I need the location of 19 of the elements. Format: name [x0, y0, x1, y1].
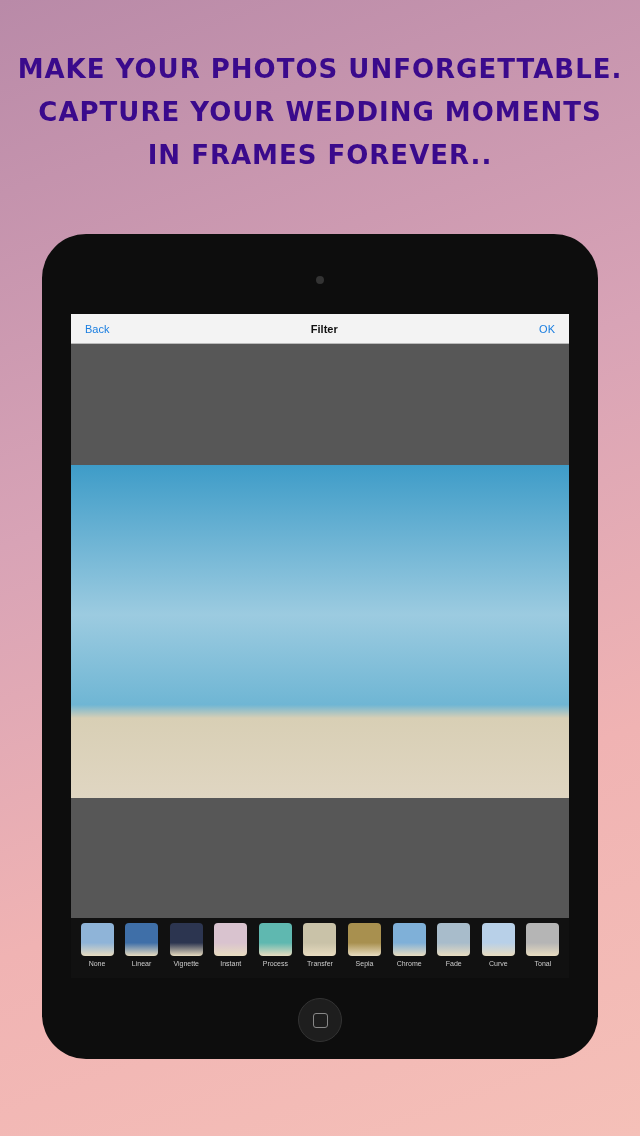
- filter-thumbnail[interactable]: [526, 923, 560, 956]
- filter-thumbnail[interactable]: [258, 923, 292, 956]
- headline-text: CAPTURE YOUR WEDDING MOMENTS: [38, 96, 602, 129]
- filter-thumbnail[interactable]: [169, 923, 203, 956]
- filter-thumbnail[interactable]: [80, 923, 114, 956]
- filter-thumbnail[interactable]: [481, 923, 515, 956]
- camera-icon: [316, 276, 324, 284]
- filter-thumbnail[interactable]: [348, 923, 382, 956]
- filter-thumbnail[interactable]: [437, 923, 471, 956]
- ok-button[interactable]: OK: [539, 320, 555, 337]
- headline-text: MAKE YOUR PHOTOS UNFORGETTABLE.: [17, 53, 623, 86]
- filter-thumbnail[interactable]: [392, 923, 426, 956]
- filter-thumbnail[interactable]: [214, 923, 248, 956]
- back-button[interactable]: Back: [85, 320, 110, 337]
- filter-thumbnail[interactable]: [303, 923, 337, 956]
- nav-title: Filter: [310, 322, 338, 335]
- home-button[interactable]: [298, 998, 342, 1042]
- headline-text: IN FRAMES FOREVER..: [147, 139, 493, 172]
- filter-thumbnail[interactable]: [125, 923, 159, 956]
